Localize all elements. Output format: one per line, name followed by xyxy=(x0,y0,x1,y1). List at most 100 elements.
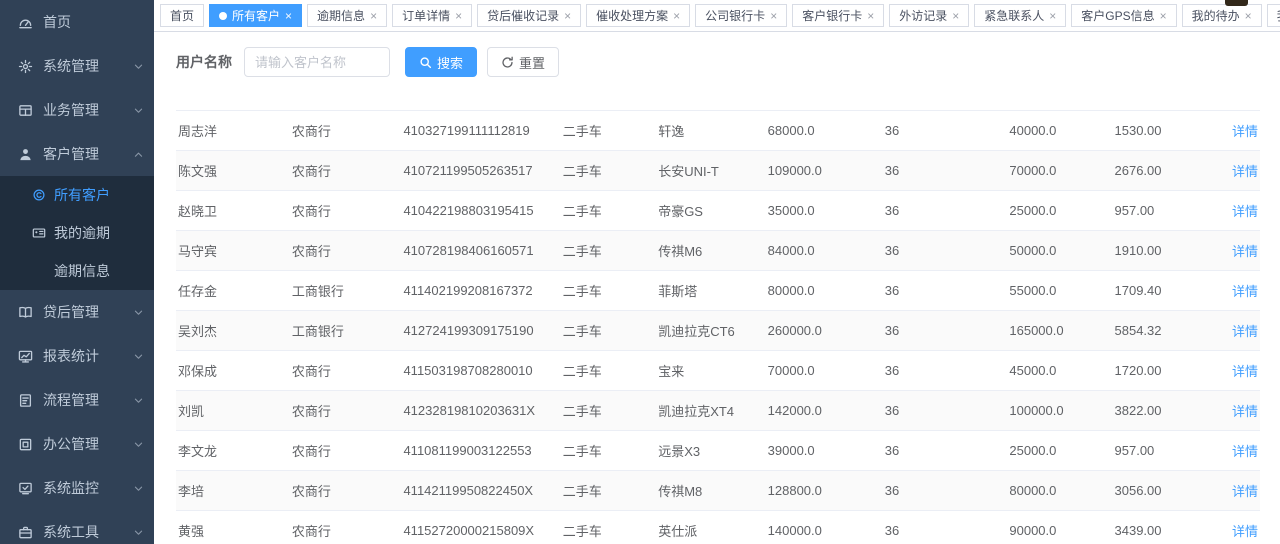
id-card-icon xyxy=(32,226,46,240)
tab[interactable]: 逾期信息 × xyxy=(307,4,387,27)
close-icon[interactable]: × xyxy=(673,10,680,22)
sidebar-item[interactable]: 系统监控 xyxy=(0,466,154,510)
report-icon xyxy=(17,348,33,364)
tab[interactable]: 紧急联系人 × xyxy=(974,4,1066,27)
detail-link[interactable]: 详情 xyxy=(1232,404,1258,419)
cell-id-number: 411402199208167372 xyxy=(401,271,560,311)
tab[interactable]: 首页 xyxy=(160,4,204,27)
cell-model: 传祺M8 xyxy=(656,471,765,511)
cell-monthly-payment: 3822.00 xyxy=(1113,391,1228,431)
sidebar-item[interactable]: 流程管理 xyxy=(0,378,154,422)
cell-model: 轩逸 xyxy=(656,111,765,151)
dashboard-icon xyxy=(17,14,33,30)
table-row: 任存金 工商银行 411402199208167372 二手车 菲斯塔 8000… xyxy=(176,271,1260,311)
column-header xyxy=(883,90,1008,111)
sidebar-item[interactable]: 办公管理 xyxy=(0,422,154,466)
sidebar-subitem-label: 逾期信息 xyxy=(54,261,110,281)
tab[interactable]: 我的流程 × xyxy=(1267,4,1280,27)
sidebar-item-label: 首页 xyxy=(43,12,71,32)
cell-id-number: 411081199003122553 xyxy=(401,431,560,471)
chevron-down-icon xyxy=(133,61,144,72)
cell-funder: 农商行 xyxy=(290,511,402,544)
table-row: 刘凯 农商行 41232819810203631X 二手车 凯迪拉克XT4 14… xyxy=(176,391,1260,431)
close-icon[interactable]: × xyxy=(770,10,777,22)
tab-label: 订单详情 xyxy=(402,7,450,24)
cell-model: 英仕派 xyxy=(656,511,765,544)
tab-label: 首页 xyxy=(170,7,194,24)
cell-price: 128800.0 xyxy=(766,471,883,511)
sidebar-item[interactable]: 报表统计 xyxy=(0,334,154,378)
sidebar-item[interactable]: 贷后管理 xyxy=(0,290,154,334)
detail-link[interactable]: 详情 xyxy=(1232,244,1258,259)
detail-link[interactable]: 详情 xyxy=(1232,284,1258,299)
detail-link[interactable]: 详情 xyxy=(1232,324,1258,339)
sidebar-subitem[interactable]: 我的逾期 xyxy=(0,214,154,252)
book-icon xyxy=(17,304,33,320)
sidebar-item-label: 流程管理 xyxy=(43,390,99,410)
tab-label: 客户银行卡 xyxy=(802,7,862,24)
cell-monthly-payment: 1709.40 xyxy=(1113,271,1228,311)
search-button[interactable]: 搜索 xyxy=(405,47,477,77)
detail-link[interactable]: 详情 xyxy=(1232,524,1258,539)
tab-label: 我的待办 xyxy=(1192,7,1240,24)
cell-loan-amount: 40000.0 xyxy=(1007,111,1112,151)
close-icon[interactable]: × xyxy=(952,10,959,22)
tab[interactable]: 订单详情 × xyxy=(392,4,472,27)
column-header xyxy=(1113,90,1228,111)
table-row: 马守宾 农商行 410728198406160571 二手车 传祺M6 8400… xyxy=(176,231,1260,271)
tab[interactable]: 客户银行卡 × xyxy=(792,4,884,27)
tab[interactable]: 所有客户 × xyxy=(209,4,302,27)
sidebar-item[interactable]: 系统工具 xyxy=(0,510,154,544)
sidebar-subitem[interactable]: 所有客户 xyxy=(0,176,154,214)
tab[interactable]: 我的待办 × xyxy=(1182,4,1262,27)
sidebar-item[interactable]: 业务管理 xyxy=(0,88,154,132)
cell-loan-amount: 50000.0 xyxy=(1007,231,1112,271)
cell-id-number: 41152720000215809X xyxy=(401,511,560,544)
sidebar-item-label: 系统监控 xyxy=(43,478,99,498)
cell-name: 刘凯 xyxy=(176,391,290,431)
close-icon[interactable]: × xyxy=(370,10,377,22)
table-row: 陈文强 农商行 410721199505263517 二手车 长安UNI-T 1… xyxy=(176,151,1260,191)
tab[interactable]: 外访记录 × xyxy=(889,4,969,27)
cell-term: 36 xyxy=(883,311,1008,351)
search-input[interactable] xyxy=(244,47,390,77)
cell-funder: 农商行 xyxy=(290,351,402,391)
tab-label: 催收处理方案 xyxy=(596,7,668,24)
detail-link[interactable]: 详情 xyxy=(1232,444,1258,459)
sidebar-item[interactable]: 客户管理 xyxy=(0,132,154,176)
close-icon[interactable]: × xyxy=(1245,10,1252,22)
close-icon[interactable]: × xyxy=(1160,10,1167,22)
sidebar-item-label: 系统管理 xyxy=(43,56,99,76)
sidebar-item-label: 业务管理 xyxy=(43,100,99,120)
column-header xyxy=(561,90,656,111)
cell-funder: 农商行 xyxy=(290,191,402,231)
tab[interactable]: 贷后催收记录 × xyxy=(477,4,581,27)
tab[interactable]: 公司银行卡 × xyxy=(695,4,787,27)
detail-link[interactable]: 详情 xyxy=(1232,204,1258,219)
cell-monthly-payment: 957.00 xyxy=(1113,431,1228,471)
cell-funder: 工商银行 xyxy=(290,271,402,311)
sidebar-item[interactable]: 系统管理 xyxy=(0,44,154,88)
detail-link[interactable]: 详情 xyxy=(1232,164,1258,179)
close-icon[interactable]: × xyxy=(1049,10,1056,22)
close-icon[interactable]: × xyxy=(564,10,571,22)
close-icon[interactable]: × xyxy=(455,10,462,22)
cell-model: 远景X3 xyxy=(656,431,765,471)
detail-link[interactable]: 详情 xyxy=(1232,484,1258,499)
reset-button[interactable]: 重置 xyxy=(487,47,559,77)
sidebar-item[interactable]: 首页 xyxy=(0,0,154,44)
app-window: 首页 系统管理 业务管理 客户管理 所有客户 xyxy=(0,0,1280,544)
tab[interactable]: 客户GPS信息 × xyxy=(1071,4,1176,27)
close-icon[interactable]: × xyxy=(867,10,874,22)
sidebar: 首页 系统管理 业务管理 客户管理 所有客户 xyxy=(0,0,154,544)
cell-loan-amount: 90000.0 xyxy=(1007,511,1112,544)
cell-name: 李文龙 xyxy=(176,431,290,471)
tab[interactable]: 催收处理方案 × xyxy=(586,4,690,27)
avatar[interactable] xyxy=(1225,0,1248,6)
close-icon[interactable]: × xyxy=(285,10,292,22)
cell-price: 84000.0 xyxy=(766,231,883,271)
sidebar-subitem[interactable]: 逾期信息 xyxy=(0,252,154,290)
cell-vehicle-type: 二手车 xyxy=(561,431,656,471)
detail-link[interactable]: 详情 xyxy=(1232,124,1258,139)
detail-link[interactable]: 详情 xyxy=(1232,364,1258,379)
